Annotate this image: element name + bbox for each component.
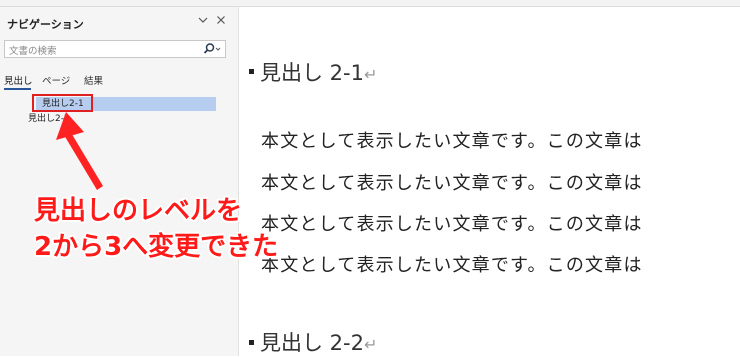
annotation-arrow	[56, 112, 103, 190]
annotation-text-line2: 2から3へ変更できた	[34, 232, 279, 262]
annotation-text-line1: 見出しのレベルを	[34, 196, 243, 226]
